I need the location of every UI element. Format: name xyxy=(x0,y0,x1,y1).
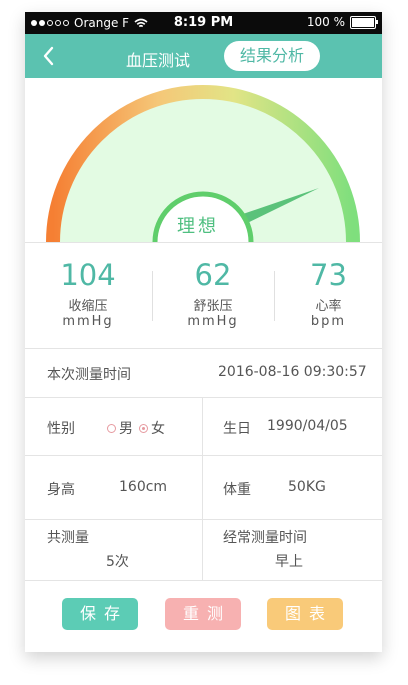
measure-time-row: 本次测量时间 2016-08-16 09:30:57 xyxy=(25,348,382,398)
nav-bar: 血压测试 结果分析 xyxy=(25,34,382,78)
reading-unit: mmHg xyxy=(62,314,114,329)
height-value: 160cm xyxy=(119,479,168,495)
reading-value: 62 xyxy=(194,258,232,292)
reading-label: 心率 xyxy=(315,299,342,314)
chart-button[interactable]: 图表 xyxy=(267,598,343,630)
reading-value: 104 xyxy=(60,258,116,292)
gender-option-label: 女 xyxy=(151,421,165,437)
birthday-label: 生日 xyxy=(223,421,251,437)
radio-male[interactable] xyxy=(107,423,116,433)
reading-label: 收缩压 xyxy=(68,299,108,314)
gender-option-female[interactable]: 女 xyxy=(139,418,165,438)
height-label: 身高 xyxy=(47,482,75,498)
count-label: 共测量 xyxy=(47,530,89,546)
reading-label: 舒张压 xyxy=(193,299,233,314)
gender-cell: 性别 男 女 xyxy=(25,398,202,455)
gauge-status-label: 理想 xyxy=(177,216,219,237)
weight-cell: 体重 50KG xyxy=(202,456,382,519)
gender-birthday-row: 性别 男 女 生日 1990/04/05 xyxy=(25,398,382,456)
radio-female[interactable] xyxy=(139,423,148,433)
height-cell: 身高 160cm xyxy=(25,456,202,519)
height-weight-row: 身高 160cm 体重 50KG xyxy=(25,456,382,520)
phone-screen: Orange F 8:19 PM 100 % 血压测试 结果分析 理想 104 … xyxy=(25,12,382,652)
systolic-reading: 104 收缩压 mmHg xyxy=(25,243,151,348)
readings-panel: 104 收缩压 mmHg 62 舒张压 mmHg 73 心率 bpm xyxy=(25,242,382,349)
count-cell: 共测量 5次 xyxy=(25,520,202,580)
measure-time-value: 2016-08-16 09:30:57 xyxy=(218,364,367,380)
reading-unit: mmHg xyxy=(187,314,239,329)
gender-label: 性别 xyxy=(47,421,75,437)
birthday-cell: 生日 1990/04/05 xyxy=(202,398,382,455)
save-button[interactable]: 保存 xyxy=(62,598,138,630)
measure-time-label: 本次测量时间 xyxy=(47,367,131,383)
gender-option-label: 男 xyxy=(119,421,133,437)
heart-rate-reading: 73 心率 bpm xyxy=(275,243,382,348)
tab-result-analysis[interactable]: 结果分析 xyxy=(224,41,320,71)
weight-value: 50KG xyxy=(288,479,326,495)
status-bar: Orange F 8:19 PM 100 % xyxy=(25,12,382,34)
status-right: 100 % xyxy=(306,15,378,29)
blood-pressure-gauge: 理想 xyxy=(25,78,382,243)
usual-time-label: 经常测量时间 xyxy=(223,530,307,546)
retest-button[interactable]: 重测 xyxy=(165,598,241,630)
birthday-value: 1990/04/05 xyxy=(267,418,348,434)
usual-time-value: 早上 xyxy=(275,554,303,570)
battery-icon xyxy=(350,15,378,29)
nav-title: 血压测试 xyxy=(125,51,190,70)
reading-value: 73 xyxy=(310,258,347,292)
usual-time-cell: 经常测量时间 早上 xyxy=(202,520,382,580)
weight-label: 体重 xyxy=(223,482,251,498)
count-value: 5次 xyxy=(106,554,129,570)
chevron-left-icon[interactable] xyxy=(39,44,59,68)
reading-unit: bpm xyxy=(310,314,347,329)
diastolic-reading: 62 舒张压 mmHg xyxy=(153,243,273,348)
gender-option-male[interactable]: 男 xyxy=(107,418,133,438)
count-usual-time-row: 共测量 5次 经常测量时间 早上 xyxy=(25,520,382,581)
battery-percent: 100 % xyxy=(306,15,345,29)
